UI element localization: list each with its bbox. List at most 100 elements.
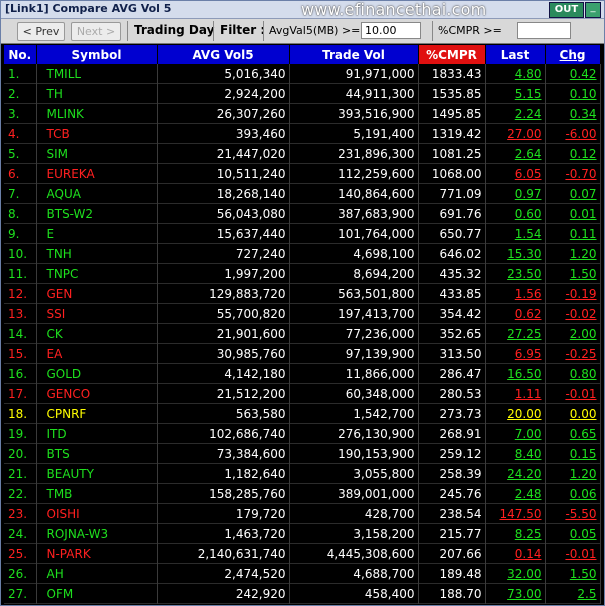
trading-day-label: Trading Day — [134, 23, 215, 37]
column-header-chg[interactable]: Chg — [545, 45, 601, 64]
row-number: 15. — [4, 343, 37, 364]
out-button[interactable]: OUT — [549, 2, 584, 18]
prev-button[interactable]: < Prev — [17, 22, 65, 41]
table-row[interactable]: 21. BEAUTY 1,182,640 3,055,800 258.39 24.20 1.… — [4, 463, 601, 484]
symbol-cell: TNH — [36, 243, 158, 264]
table-row[interactable]: 1. TMILL 5,016,340 91,971,000 1833.43 4.80 0.4… — [4, 64, 601, 84]
table-row[interactable]: 25. N-PARK 2,140,631,740 4,445,308,600 207.6… — [4, 543, 601, 564]
table-row[interactable]: 10. TNH 727,240 4,698,100 646.02 15.30 1.20 — [4, 243, 601, 264]
table-row[interactable]: 14. CK 21,901,600 77,236,000 352.65 27.25 2.00 — [4, 323, 601, 344]
cmpr-filter-input[interactable] — [517, 22, 571, 39]
symbol-cell: GENCO — [36, 383, 158, 404]
change-cell: 0.10 — [545, 83, 601, 104]
table-row[interactable]: 9. E 15,637,440 101,764,000 650.77 1.54 0.11 — [4, 223, 601, 244]
table-body: 1. TMILL 5,016,340 91,971,000 1833.43 4.80 0.4… — [4, 64, 601, 604]
table-row[interactable]: 8. BTS-W2 56,043,080 387,683,900 691.76 0.60 0… — [4, 203, 601, 224]
table-row[interactable]: 11. TNPC 1,997,200 8,694,200 435.32 23.50 1.50 — [4, 263, 601, 284]
table-row[interactable]: 13. SSI 55,700,820 197,413,700 354.42 0.62 -0.… — [4, 303, 601, 324]
symbol-cell: SIM — [36, 143, 158, 164]
cmpr-cell: 1833.43 — [418, 64, 486, 84]
avg-vol5-cell: 727,240 — [157, 243, 290, 264]
column-header-cmpr[interactable]: %CMPR — [418, 45, 486, 64]
table-row[interactable]: 19. ITD 102,686,740 276,130,900 268.91 7.00 0.… — [4, 423, 601, 444]
minimize-button[interactable]: _ — [585, 2, 601, 18]
compare-avg-vol-window: [Link1] Compare AVG Vol 5 www.efinanceth… — [0, 0, 605, 606]
avg-vol5-cell: 15,637,440 — [157, 223, 290, 244]
cmpr-cell: 1319.42 — [418, 123, 486, 144]
avg-vol5-cell: 129,883,720 — [157, 283, 290, 304]
table-row[interactable]: 24. ROJNA-W3 1,463,720 3,158,200 215.77 8.25 0… — [4, 523, 601, 544]
cmpr-cell: 188.70 — [418, 583, 486, 604]
avg-vol5-cell: 18,268,140 — [157, 183, 290, 204]
symbol-cell: OISHI — [36, 503, 158, 524]
table-row[interactable]: 12. GEN 129,883,720 563,501,800 433.85 1.56 -0… — [4, 283, 601, 304]
row-number: 3. — [4, 103, 37, 124]
trade-vol-cell: 91,971,000 — [289, 64, 419, 84]
row-number: 14. — [4, 323, 37, 344]
cmpr-cell: 1535.85 — [418, 83, 486, 104]
table-row[interactable]: 4. TCB 393,460 5,191,400 1319.42 27.00 -6.00 — [4, 123, 601, 144]
column-header-last[interactable]: Last — [485, 45, 546, 64]
column-header-trade-vol[interactable]: Trade Vol — [289, 45, 419, 64]
change-cell: -0.01 — [545, 383, 601, 404]
table-row[interactable]: 18. CPNRF 563,580 1,542,700 273.73 20.00 0.00 — [4, 403, 601, 424]
last-price-cell: 147.50 — [485, 503, 546, 524]
last-price-cell: 1.11 — [485, 383, 546, 404]
change-cell: 0.80 — [545, 363, 601, 384]
table-row[interactable]: 7. AQUA 18,268,140 140,864,600 771.09 0.97 0.0… — [4, 183, 601, 204]
avgvol-filter-input[interactable] — [361, 22, 421, 39]
toolbar-divider — [263, 21, 264, 41]
change-cell: -0.01 — [545, 543, 601, 564]
window-title: [Link1] Compare AVG Vol 5 — [5, 2, 172, 15]
table-row[interactable]: 17. GENCO 21,512,200 60,348,000 280.53 1.11 -0… — [4, 383, 601, 404]
symbol-cell: EA — [36, 343, 158, 364]
row-number: 11. — [4, 263, 37, 284]
column-header-no[interactable]: No. — [4, 45, 37, 64]
table-row[interactable]: 20. BTS 73,384,600 190,153,900 259.12 8.40 0.1… — [4, 443, 601, 464]
avg-vol5-cell: 21,901,600 — [157, 323, 290, 344]
table-row[interactable]: 27. OFM 242,920 458,400 188.70 73.00 2.5 — [4, 583, 601, 604]
avg-vol5-cell: 1,997,200 — [157, 263, 290, 284]
avg-vol5-cell: 5,016,340 — [157, 64, 290, 84]
last-price-cell: 8.25 — [485, 523, 546, 544]
table-row[interactable]: 22. TMB 158,285,760 389,001,000 245.76 2.48 0.… — [4, 483, 601, 504]
symbol-cell: TH — [36, 83, 158, 104]
column-header-symbol[interactable]: Symbol — [36, 45, 158, 64]
trade-vol-cell: 5,191,400 — [289, 123, 419, 144]
row-number: 26. — [4, 563, 37, 584]
table-row[interactable]: 15. EA 30,985,760 97,139,900 313.50 6.95 -0.25 — [4, 343, 601, 364]
last-price-cell: 2.24 — [485, 103, 546, 124]
toolbar-divider — [432, 21, 433, 41]
table-row[interactable]: 26. AH 2,474,520 4,688,700 189.48 32.00 1.50 — [4, 563, 601, 584]
table-row[interactable]: 16. GOLD 4,142,180 11,866,000 286.47 16.50 0.8… — [4, 363, 601, 384]
last-price-cell: 15.30 — [485, 243, 546, 264]
table-row[interactable]: 5. SIM 21,447,020 231,896,300 1081.25 2.64 0.1… — [4, 143, 601, 164]
next-button[interactable]: Next > — [71, 22, 121, 41]
change-cell: 0.00 — [545, 403, 601, 424]
table-row[interactable]: 23. OISHI 179,720 428,700 238.54 147.50 -5.50 — [4, 503, 601, 524]
table-row[interactable]: 6. EUREKA 10,511,240 112,259,600 1068.00 6.05… — [4, 163, 601, 184]
row-number: 13. — [4, 303, 37, 324]
change-cell: 0.15 — [545, 443, 601, 464]
avg-vol5-cell: 4,142,180 — [157, 363, 290, 384]
cmpr-cell: 313.50 — [418, 343, 486, 364]
toolbar-divider — [213, 21, 214, 41]
trade-vol-cell: 140,864,600 — [289, 183, 419, 204]
last-price-cell: 2.64 — [485, 143, 546, 164]
row-number: 20. — [4, 443, 37, 464]
table-row[interactable]: 2. TH 2,924,200 44,911,300 1535.85 5.15 0.10 — [4, 83, 601, 104]
change-cell: 2.00 — [545, 323, 601, 344]
title-bar[interactable]: [Link1] Compare AVG Vol 5 www.efinanceth… — [1, 1, 604, 19]
stock-table: No. Symbol AVG Vol5 Trade Vol %CMPR Last… — [4, 45, 601, 604]
cmpr-cell: 691.76 — [418, 203, 486, 224]
change-cell: 2.5 — [545, 583, 601, 604]
row-number: 21. — [4, 463, 37, 484]
cmpr-cell: 1068.00 — [418, 163, 486, 184]
row-number: 4. — [4, 123, 37, 144]
table-row[interactable]: 3. MLINK 26,307,260 393,516,900 1495.85 2.24 0… — [4, 103, 601, 124]
trade-vol-cell: 3,055,800 — [289, 463, 419, 484]
row-number: 1. — [4, 64, 37, 84]
cmpr-cell: 238.54 — [418, 503, 486, 524]
filter-label: Filter : — [220, 23, 266, 37]
column-header-avg-vol5[interactable]: AVG Vol5 — [157, 45, 290, 64]
